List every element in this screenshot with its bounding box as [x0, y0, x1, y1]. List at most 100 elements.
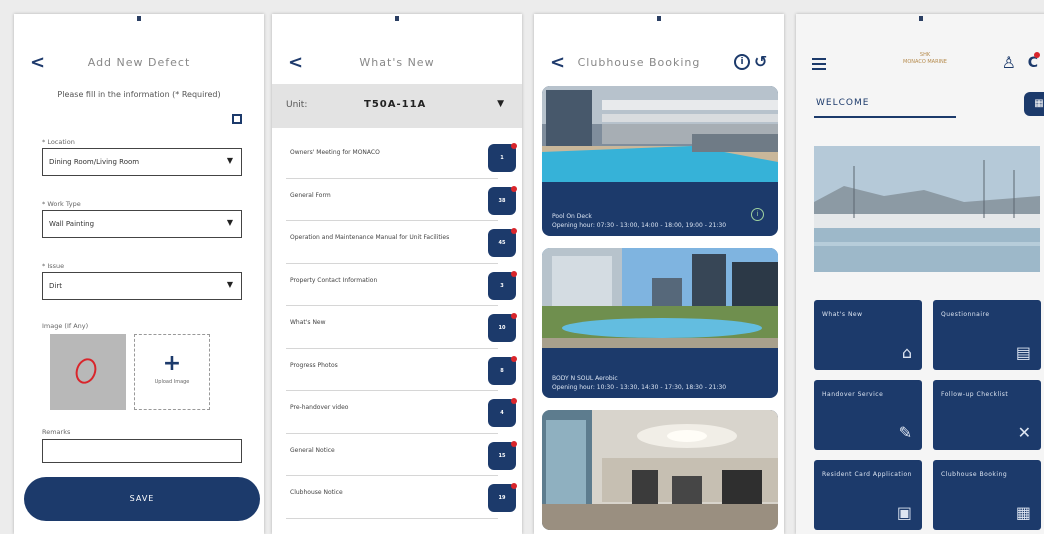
logo-bottom-text: MONACO MARINE — [903, 59, 947, 65]
work-type-value: Wall Painting — [49, 220, 95, 228]
hamburger-menu-icon[interactable] — [812, 58, 826, 73]
unread-dot — [511, 270, 517, 277]
count-value: 10 — [498, 325, 506, 331]
history-icon[interactable]: ↺ — [754, 52, 767, 72]
camera-notch — [137, 16, 141, 21]
list-item-label: Owners' Meeting for MONACO — [290, 149, 380, 156]
brand-logo: SHK MONACO MARINE — [888, 52, 962, 74]
card-caption: BODY N SOUL Aerobic Opening hour: 10:30 … — [552, 374, 768, 392]
whats-new-screen: < What's New Unit: T50A-11A ▼ Owners' Me… — [272, 14, 522, 534]
facility-card-aerobic[interactable]: BODY N SOUL Aerobic Opening hour: 10:30 … — [542, 248, 778, 398]
list-item-label: Operation and Maintenance Manual for Uni… — [290, 234, 450, 241]
list-item-label: General Notice — [290, 446, 335, 454]
tools-icon: ✕ — [1017, 423, 1031, 442]
welcome-underline — [814, 116, 956, 118]
count-badge: 8 — [488, 355, 517, 385]
tile-clubhouse-booking[interactable]: Clubhouse Booking ▦ — [933, 460, 1041, 530]
unread-dot — [511, 483, 517, 489]
unread-dot — [511, 355, 517, 362]
facility-name: BODY N SOUL Aerobic — [552, 375, 618, 382]
list-item[interactable]: General Form 38 — [286, 179, 517, 221]
work-type-label: * Work Type — [42, 200, 81, 208]
form-instructions: Please fill in the information (* Requir… — [57, 90, 221, 99]
remarks-label: Remarks — [42, 428, 71, 436]
tile-resident-card[interactable]: Resident Card Application ▣ — [814, 460, 922, 530]
info-icon[interactable]: i — [734, 54, 750, 70]
tile-questionnaire[interactable]: Questionnaire ▤ — [933, 300, 1041, 370]
qr-code-icon[interactable]: ▦ — [1024, 92, 1044, 116]
aerobic-photo — [542, 248, 778, 348]
list-item[interactable]: Owners' Meeting for MONACO 1 — [286, 136, 517, 179]
notification-dot — [1034, 52, 1040, 58]
list-item-label: Property Contact Information — [290, 276, 378, 284]
pool-photo — [542, 86, 778, 182]
count-badge: 45 — [488, 228, 517, 257]
page-title: Add New Defect — [87, 56, 191, 69]
location-select[interactable]: Dining Room/Living Room ▼ — [42, 148, 242, 176]
user-icon[interactable]: ♙ — [1002, 54, 1016, 72]
opening-hours: Opening hour: 07:30 - 13:00, 14:00 - 18:… — [552, 222, 727, 229]
count-badge: 1 — [488, 143, 517, 172]
facility-card-pool[interactable]: i Pool On Deck Opening hour: 07:30 - 13:… — [542, 86, 778, 236]
plus-icon: + — [162, 351, 182, 376]
unread-dot — [511, 185, 517, 192]
list-item[interactable]: Clubhouse Notice 19 — [286, 476, 517, 519]
clubhouse-booking-screen: < Clubhouse Booking i ↺ i Pool On Deck O… — [534, 14, 784, 534]
list-item[interactable]: Operation and Maintenance Manual for Uni… — [286, 221, 517, 264]
unread-dot — [511, 143, 517, 149]
defect-image-thumbnail[interactable] — [50, 334, 126, 410]
location-value: Dining Room/Living Room — [49, 158, 140, 166]
unit-selector[interactable]: Unit: T50A-11A ▼ — [272, 84, 522, 128]
location-label: * Location — [42, 138, 75, 146]
header-actions: i ↺ — [734, 52, 774, 72]
home-icon: ⌂ — [901, 343, 912, 362]
info-icon[interactable]: i — [751, 208, 764, 221]
count-badge: 10 — [488, 313, 517, 342]
list-item-label: Clubhouse Notice — [290, 489, 343, 496]
tile-label: Clubhouse Booking — [941, 471, 1008, 478]
facility-name: Pool On Deck — [552, 213, 592, 220]
list-item-label: What's New — [290, 319, 326, 326]
count-value: 1 — [500, 155, 504, 161]
unread-dot — [511, 228, 517, 234]
issue-select[interactable]: Dirt ▼ — [42, 272, 242, 300]
work-type-select[interactable]: Wall Painting ▼ — [42, 210, 242, 238]
list-item[interactable]: What's New 10 — [286, 306, 517, 349]
chevron-down-icon: ▼ — [226, 280, 233, 289]
add-defect-screen: < Add New Defect Please fill in the info… — [14, 14, 264, 534]
list-item[interactable]: General Notice 15 — [286, 434, 517, 476]
chevron-down-icon: ▼ — [226, 218, 233, 227]
page-title: What's New — [359, 56, 435, 69]
clipboard-icon: ▤ — [1015, 343, 1031, 362]
upload-image-button[interactable]: + Upload Image — [134, 334, 210, 410]
unit-label: Unit: — [286, 100, 308, 110]
tile-whats-new[interactable]: What's New ⌂ — [814, 300, 922, 370]
count-badge: 4 — [488, 398, 517, 427]
count-badge: 3 — [488, 270, 517, 300]
marina-banner-image — [814, 146, 1040, 272]
news-category-list: Owners' Meeting for MONACO 1 General Form… — [272, 136, 522, 519]
form-icon[interactable] — [232, 114, 242, 124]
list-item[interactable]: Property Contact Information 3 — [286, 264, 517, 306]
camera-notch — [657, 16, 661, 21]
chevron-down-icon: ▼ — [226, 156, 233, 165]
facility-card-gym[interactable] — [542, 410, 778, 530]
notification-icon[interactable]: C — [1028, 52, 1040, 72]
count-badge: 38 — [488, 185, 517, 215]
chevron-down-icon: ▼ — [497, 99, 504, 109]
tile-follow-up-checklist[interactable]: Follow-up Checklist ✕ — [933, 380, 1041, 450]
tile-label: Handover Service — [822, 391, 884, 398]
remarks-input[interactable] — [42, 439, 242, 463]
logo-top-text: SHK — [919, 52, 931, 58]
card-caption: i Pool On Deck Opening hour: 07:30 - 13:… — [552, 208, 768, 230]
tile-label: Follow-up Checklist — [941, 391, 1009, 398]
save-button[interactable]: SAVE — [24, 477, 260, 521]
list-item[interactable]: Pre-handover video 4 — [286, 391, 517, 434]
camera-notch — [395, 16, 399, 21]
count-value: 45 — [498, 240, 506, 246]
pen-icon: ✎ — [898, 423, 912, 442]
camera-notch — [919, 16, 923, 21]
list-item[interactable]: Progress Photos 8 — [286, 349, 517, 391]
issue-label: * Issue — [42, 262, 65, 270]
tile-handover-service[interactable]: Handover Service ✎ — [814, 380, 922, 450]
